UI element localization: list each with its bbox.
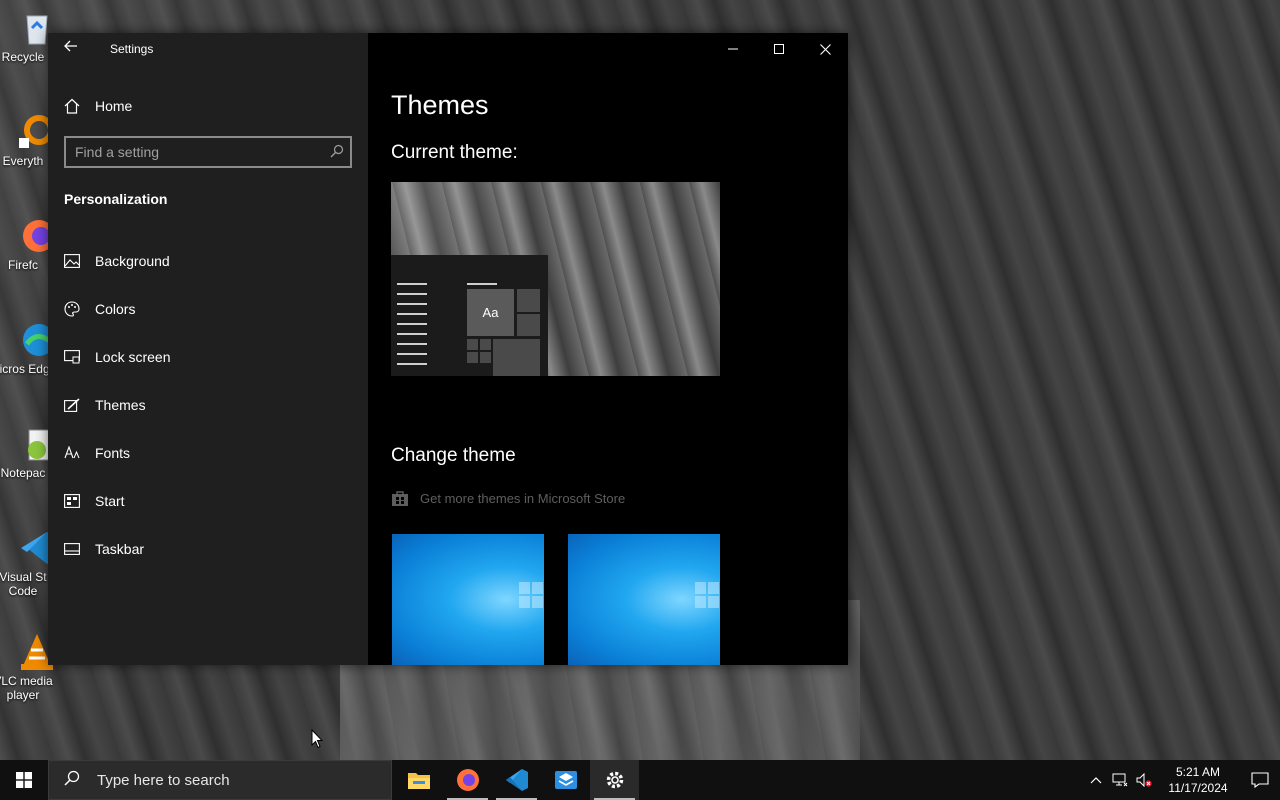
maximize-icon (774, 44, 784, 54)
fonts-icon (64, 445, 80, 461)
action-center-button[interactable] (1240, 760, 1280, 800)
font-tile-preview: Aa (467, 289, 514, 336)
home-label: Home (95, 98, 133, 114)
start-button[interactable] (0, 760, 48, 800)
windows-logo-icon (695, 582, 720, 610)
nav-item-label: Colors (95, 301, 136, 317)
minimize-icon (728, 48, 738, 50)
page-title: Themes (391, 90, 489, 120)
home-icon (64, 98, 80, 114)
close-button[interactable] (802, 33, 848, 65)
file-explorer-icon (407, 773, 430, 789)
personalization-nav: Background Colors Lock screen Themes Fon… (48, 237, 368, 573)
minimize-button[interactable] (710, 33, 756, 65)
window-controls (710, 33, 848, 65)
themes-page: Themes Current theme: Aa Change theme Ge… (368, 33, 848, 665)
back-button[interactable] (60, 39, 82, 61)
nav-item-fonts[interactable]: Fonts (48, 429, 368, 477)
palette-icon (64, 301, 80, 317)
maximize-button[interactable] (756, 33, 802, 65)
vscode-icon (505, 769, 528, 791)
settings-gear-icon (606, 771, 623, 789)
windows-logo-icon (519, 582, 544, 610)
nav-item-label: Fonts (95, 445, 131, 461)
tile-preview (480, 339, 491, 350)
network-button[interactable] (1108, 760, 1132, 800)
taskbar-app-firefox[interactable] (443, 760, 492, 800)
taskbar-clock[interactable]: 5:21 AM 11/17/2024 (1162, 764, 1234, 796)
nav-item-colors[interactable]: Colors (48, 285, 368, 333)
theme-option-windows-light[interactable] (568, 534, 720, 665)
nav-item-taskbar[interactable]: Taskbar (48, 525, 368, 573)
settings-window: Settings Home Personalization Background… (48, 33, 848, 665)
lock-screen-icon (64, 349, 80, 365)
nav-item-lock-screen[interactable]: Lock screen (48, 333, 368, 381)
taskbar: 5:21 AM 11/17/2024 (0, 760, 1280, 800)
tile-preview (480, 352, 491, 363)
home-link[interactable]: Home (64, 95, 132, 117)
search-icon (57, 770, 87, 791)
nav-item-label: Background (95, 253, 170, 269)
app-installer-icon (554, 771, 577, 789)
firefox-icon (456, 769, 479, 791)
settings-sidebar: Settings Home Personalization Background… (48, 33, 368, 665)
back-arrow-icon (64, 40, 77, 52)
windows-start-icon (16, 772, 32, 788)
tile-preview (467, 339, 478, 350)
store-link-label: Get more themes in Microsoft Store (420, 490, 626, 506)
chevron-up-icon (1090, 777, 1102, 784)
title-bar[interactable]: Settings (48, 33, 368, 65)
get-more-themes-link[interactable]: Get more themes in Microsoft Store (391, 489, 625, 507)
clock-date: 11/17/2024 (1168, 781, 1228, 795)
current-theme-heading: Current theme: (391, 142, 518, 163)
tile-preview (467, 352, 478, 363)
find-setting-search (64, 136, 352, 168)
volume-muted-icon (1136, 773, 1152, 787)
taskbar-app-file-explorer[interactable] (394, 760, 443, 800)
system-tray: 5:21 AM 11/17/2024 (1084, 760, 1280, 800)
start-menu-preview: Aa (391, 255, 548, 376)
clock-time: 5:21 AM (1175, 765, 1221, 779)
show-hidden-icons-button[interactable] (1084, 760, 1108, 800)
desktop-icon-label: VLC media player (0, 674, 53, 702)
nav-item-label: Themes (95, 397, 146, 413)
nav-item-start[interactable]: Start (48, 477, 368, 525)
nav-item-label: Taskbar (95, 541, 145, 557)
theme-option-windows[interactable] (392, 534, 544, 665)
taskbar-icon (64, 541, 80, 557)
window-title: Settings (110, 42, 154, 56)
taskbar-app-installer[interactable] (541, 760, 590, 800)
taskbar-search-input[interactable] (87, 762, 391, 798)
store-bag-icon (392, 491, 408, 506)
change-theme-heading: Change theme (391, 445, 516, 466)
notification-icon (1251, 772, 1269, 788)
picture-icon (64, 253, 80, 269)
taskbar-search (48, 760, 392, 800)
tile-preview (517, 289, 540, 312)
current-theme-preview: Aa (391, 182, 720, 376)
section-heading: Personalization (64, 191, 168, 207)
start-icon (64, 493, 80, 509)
network-icon (1112, 773, 1128, 787)
tile-preview (517, 314, 540, 336)
taskbar-apps (394, 760, 639, 800)
mouse-cursor-icon (311, 729, 323, 749)
app-list-preview (397, 283, 427, 373)
tile-preview (493, 339, 540, 376)
nav-item-label: Lock screen (95, 349, 171, 365)
volume-button[interactable] (1132, 760, 1156, 800)
close-icon (819, 43, 831, 55)
nav-item-label: Start (95, 493, 125, 509)
nav-item-themes[interactable]: Themes (48, 381, 368, 429)
taskbar-app-settings[interactable] (590, 760, 639, 800)
taskbar-app-vscode[interactable] (492, 760, 541, 800)
search-icon[interactable] (324, 144, 350, 161)
themes-icon (64, 397, 80, 413)
tiles-heading-preview (467, 283, 497, 285)
search-input[interactable] (66, 138, 324, 166)
nav-item-background[interactable]: Background (48, 237, 368, 285)
